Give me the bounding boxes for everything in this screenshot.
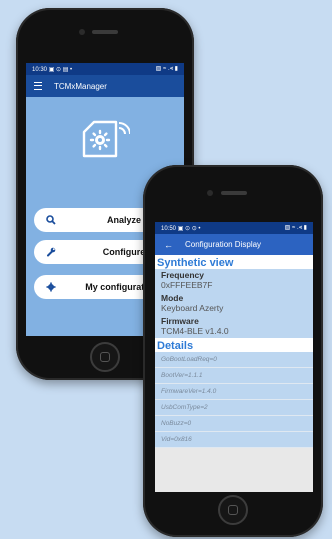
detail-row: Vid=0x816 [155, 432, 313, 448]
app-title: TCMxManager [54, 81, 107, 91]
gear-icon [44, 282, 58, 292]
back-arrow-icon[interactable]: ← [164, 240, 173, 250]
front-camera [207, 190, 213, 196]
status-time: 10:30 [32, 66, 48, 73]
detail-row: FirmwareVer=1.4.0 [155, 384, 313, 400]
mode-field: Mode Keyboard Azerty [155, 292, 313, 315]
status-notification-icons: ▣ ⊙ ▤ • [48, 66, 73, 73]
phone-mockup-config: 10:50 ▣ ⊙ ⊙ • ▧ ≈ .⪡ ▮ ← Configuration D… [143, 165, 323, 537]
field-label: Firmware [161, 316, 199, 326]
field-label: Mode [161, 293, 184, 303]
tag-gear-icon [80, 118, 131, 165]
detail-row: UsbComType=2 [155, 400, 313, 416]
config-screen: 10:50 ▣ ⊙ ⊙ • ▧ ≈ .⪡ ▮ ← Configuration D… [155, 222, 313, 492]
status-system-icons: ▧ ≈ .⪡ ▮ [284, 225, 307, 231]
detail-row: BootVer=1.1.1 [155, 368, 313, 384]
app-bar: TCMxManager [26, 75, 184, 97]
field-value: 0xFFFEEB7F [161, 280, 213, 290]
field-value: Keyboard Azerty [161, 303, 224, 313]
earpiece [92, 30, 118, 34]
front-camera [79, 29, 85, 35]
status-time: 10:50 [161, 225, 177, 232]
menu-icon[interactable] [34, 82, 42, 90]
status-bar: 10:50 ▣ ⊙ ⊙ • ▧ ≈ .⪡ ▮ [155, 222, 313, 234]
screen-title: Configuration Display [185, 240, 262, 249]
status-notification-icons: ▣ ⊙ ⊙ • [177, 225, 201, 232]
status-bar: 10:30 ▣ ⊙ ▤ • ▧ ≈ .⪡ ▮ [26, 63, 184, 75]
synthetic-view-heading: Synthetic view [155, 255, 313, 269]
home-button[interactable] [218, 495, 248, 525]
detail-row: GoBootLoadReq=0 [155, 352, 313, 368]
frequency-field: Frequency 0xFFFEEB7F [155, 269, 313, 292]
app-bar: ← Configuration Display [155, 234, 313, 255]
wrench-icon [44, 247, 58, 257]
field-label: Frequency [161, 270, 204, 280]
search-icon [44, 215, 58, 225]
earpiece [221, 191, 247, 195]
details-heading: Details [155, 338, 313, 352]
status-system-icons: ▧ ≈ .⪡ ▮ [155, 66, 178, 72]
detail-row: NoBuzz=0 [155, 416, 313, 432]
firmware-field: Firmware TCM4-BLE v1.4.0 [155, 315, 313, 338]
home-button[interactable] [90, 342, 120, 372]
field-value: TCM4-BLE v1.4.0 [161, 326, 229, 336]
